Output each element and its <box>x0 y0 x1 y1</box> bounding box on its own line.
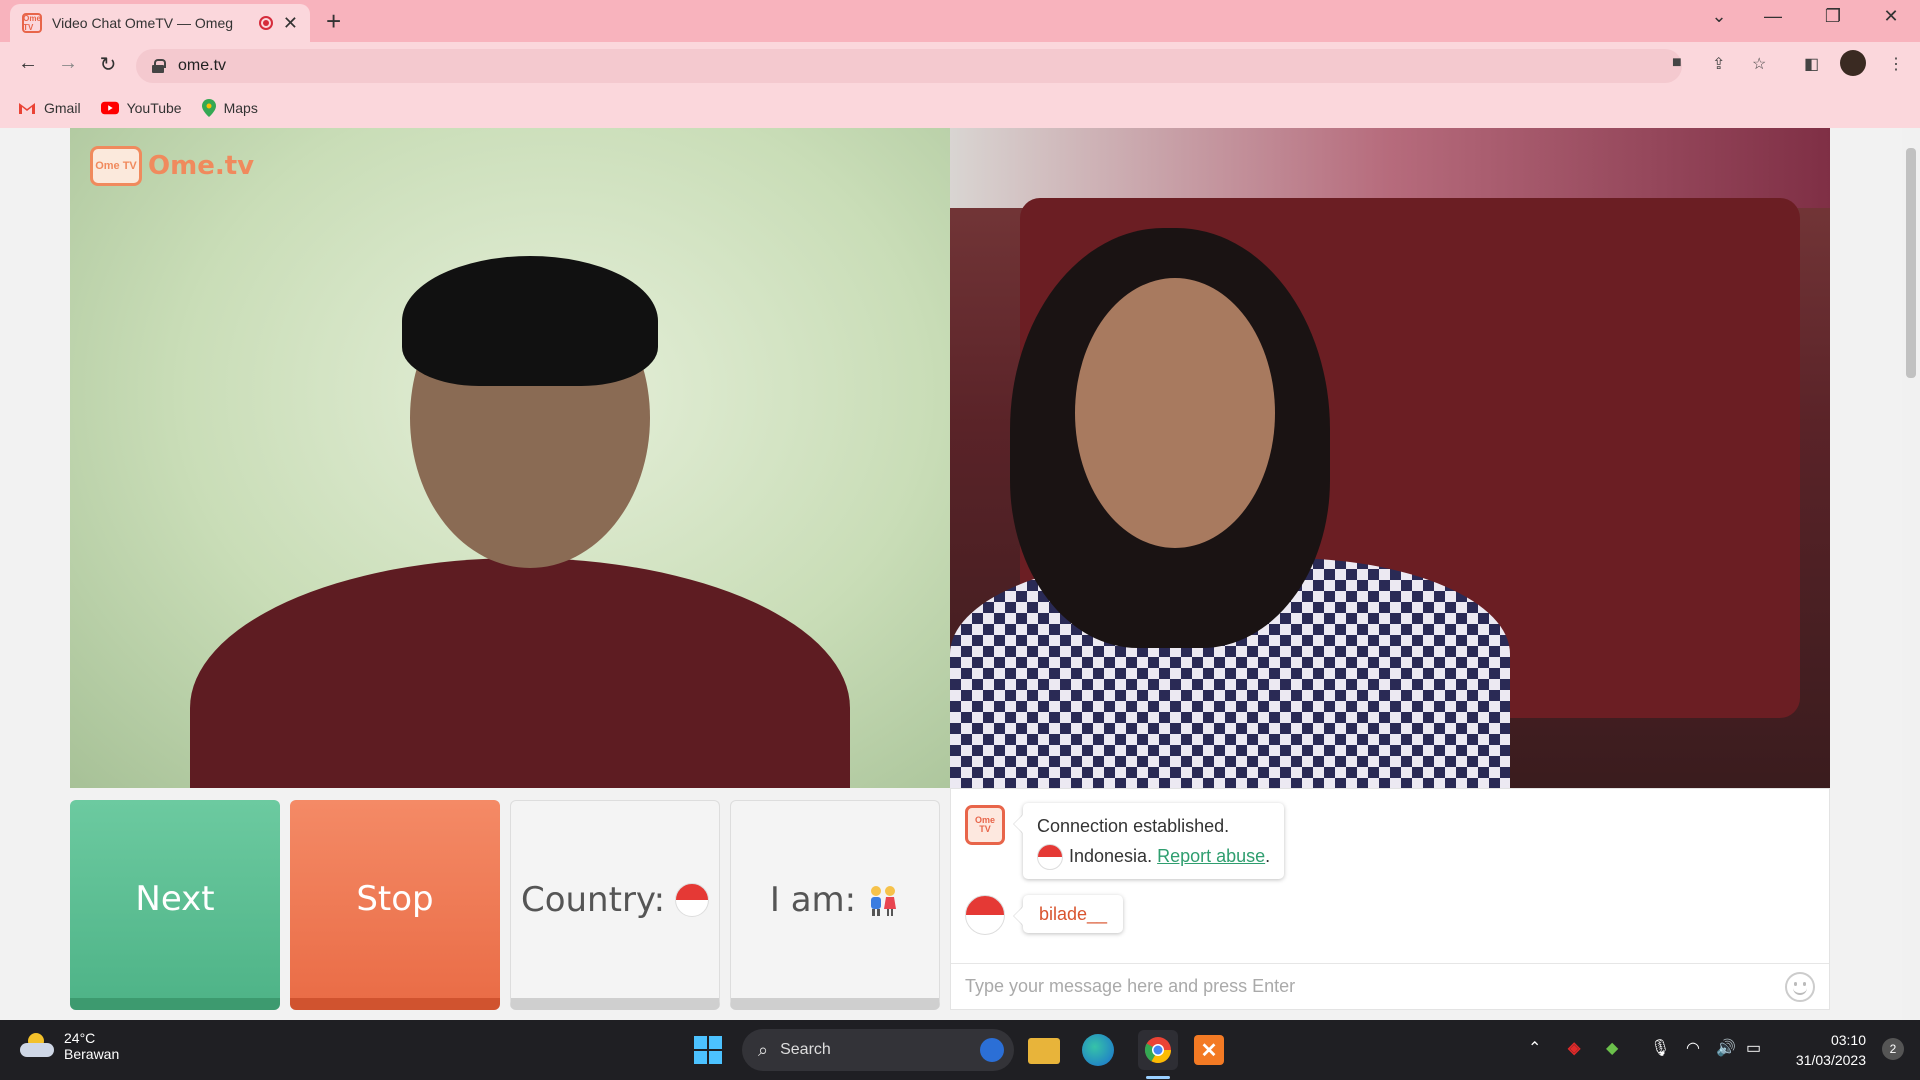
search-label: Search <box>780 1041 831 1058</box>
microphone-icon[interactable]: 🎙 <box>1650 1038 1670 1058</box>
tab-title: Video Chat OmeTV — Omeg <box>52 15 234 31</box>
stop-button[interactable]: Stop <box>290 800 500 1010</box>
tab-search-chevron-icon[interactable]: ⌄ <box>1704 6 1734 27</box>
clock-time: 03:10 <box>1830 1032 1866 1048</box>
recording-icon <box>258 16 273 30</box>
country-line: Indonesia. Report abuse. <box>1037 841 1270 871</box>
file-explorer-icon[interactable] <box>1028 1038 1060 1064</box>
weather-description: Berawan <box>64 1046 120 1062</box>
partner-nick-bubble: bilade__ <box>1023 895 1124 933</box>
minimize-button[interactable]: — <box>1758 6 1788 27</box>
nvidia-tray-icon[interactable]: ◆ <box>1606 1038 1618 1058</box>
bookmark-maps[interactable]: Maps <box>201 99 258 117</box>
notification-badge[interactable]: 2 <box>1882 1038 1904 1060</box>
wifi-icon[interactable]: ◠ <box>1686 1038 1700 1058</box>
bookmarks-bar: Gmail YouTube Maps <box>0 88 1920 128</box>
battery-icon[interactable]: ▭ <box>1746 1038 1761 1058</box>
mcafee-icon[interactable]: ◈ <box>1568 1038 1580 1058</box>
stop-button-label: Stop <box>356 879 434 919</box>
url-text: ome.tv <box>178 57 227 74</box>
logo-text: Ome.tv <box>148 151 255 181</box>
lock-icon[interactable] <box>152 59 166 73</box>
local-person-hair <box>402 256 658 386</box>
iam-label: I am: <box>769 879 857 920</box>
system-clock[interactable]: 03:10 31/03/2023 <box>1796 1030 1866 1070</box>
chat-panel: Ome TV Connection established. Indonesia.… <box>950 788 1830 1010</box>
browser-toolbar: ← → ↻ ome.tv ■ ⇪ ☆ ◧ ⋮ <box>0 42 1920 88</box>
temperature: 24°C <box>64 1030 96 1046</box>
ometv-favicon-icon: Ome TV <box>22 13 42 33</box>
clock-date: 31/03/2023 <box>1795 1052 1866 1068</box>
volume-icon[interactable]: 🔊 <box>1716 1038 1736 1058</box>
bing-icon <box>980 1038 1004 1062</box>
country-selector-button[interactable]: Country: <box>510 800 720 1010</box>
search-icon: ⌕ <box>758 1039 769 1060</box>
bookmark-label: YouTube <box>126 100 182 116</box>
menu-kebab-icon[interactable]: ⋮ <box>1888 54 1904 74</box>
tv-logo-icon: Ome TV <box>90 146 142 186</box>
next-button-label: Next <box>135 879 215 919</box>
weather-widget[interactable]: 24°C Berawan <box>20 1030 119 1062</box>
emoji-icon[interactable] <box>1785 971 1815 1002</box>
tab-ometv[interactable]: Ome TV Video Chat OmeTV — Omeg ✕ <box>10 4 310 42</box>
restore-button[interactable]: ❐ <box>1818 6 1848 27</box>
report-suffix: . <box>1265 846 1271 866</box>
scrollbar-thumb[interactable] <box>1906 148 1916 378</box>
browser-chrome: Ome TV Video Chat OmeTV — Omeg ✕ + ⌄ — ❐… <box>0 0 1920 128</box>
system-message-bubble: Connection established. Indonesia. Repor… <box>1023 803 1285 879</box>
indonesia-flag-icon <box>1037 844 1063 871</box>
local-person-shirt <box>190 558 850 788</box>
xampp-icon[interactable]: ✕ <box>1194 1035 1224 1065</box>
maps-icon <box>201 99 216 117</box>
side-panel-icon[interactable]: ◧ <box>1804 54 1819 74</box>
share-icon[interactable]: ⇪ <box>1712 54 1725 74</box>
tray-overflow-chevron-icon[interactable]: ⌃ <box>1528 1038 1541 1058</box>
bookmark-star-icon[interactable]: ☆ <box>1752 54 1766 74</box>
partner-country: Indonesia. <box>1069 846 1153 866</box>
country-label: Country: <box>520 879 666 920</box>
windows-start-icon[interactable] <box>690 1032 726 1068</box>
youtube-icon <box>100 101 119 115</box>
gender-selector-button[interactable]: I am: <box>730 800 940 1010</box>
couple-icon <box>871 885 897 916</box>
chrome-active-indicator <box>1146 1076 1170 1079</box>
chat-message-input[interactable] <box>965 976 1785 997</box>
remote-curtain <box>950 128 1830 208</box>
profile-avatar[interactable] <box>1840 50 1866 76</box>
bookmark-gmail[interactable]: Gmail <box>18 100 81 116</box>
address-bar[interactable]: ome.tv <box>136 49 1682 83</box>
taskbar-search[interactable]: ⌕ Search <box>742 1029 1014 1071</box>
partner-nickname: bilade__ <box>1039 904 1108 924</box>
page-scrollbar[interactable] <box>1902 128 1920 1020</box>
edge-icon[interactable] <box>1082 1034 1114 1066</box>
new-tab-button[interactable]: + <box>326 6 341 37</box>
partner-flag-avatar-icon <box>965 895 1005 935</box>
system-message-text: Connection established. <box>1037 816 1230 836</box>
tab-close-icon[interactable]: ✕ <box>283 13 298 34</box>
bookmark-label: Gmail <box>44 100 81 116</box>
chrome-icon[interactable] <box>1138 1030 1178 1070</box>
gmail-icon <box>19 103 35 114</box>
bookmark-youtube[interactable]: YouTube <box>100 100 182 116</box>
windows-taskbar: 24°C Berawan ⌕ Search ✕ ⌃ ◈ ◆ 🎙 ◠ 🔊 ▭ 03… <box>0 1020 1920 1080</box>
remote-person-head <box>1075 278 1275 548</box>
back-button[interactable]: ← <box>14 52 42 75</box>
partly-cloudy-icon <box>20 1033 54 1059</box>
reload-button[interactable]: ↻ <box>94 52 122 77</box>
report-abuse-link[interactable]: Report abuse <box>1157 846 1265 866</box>
close-window-button[interactable]: ✕ <box>1876 6 1906 27</box>
chat-input-row <box>951 963 1829 1009</box>
bookmark-label: Maps <box>223 100 258 116</box>
ometv-logo[interactable]: Ome TV Ome.tv <box>90 146 254 186</box>
local-video <box>70 128 950 788</box>
indonesia-flag-icon <box>675 882 710 917</box>
remote-video <box>950 128 1830 788</box>
next-button[interactable]: Next <box>70 800 280 1010</box>
forward-button[interactable]: → <box>54 52 82 75</box>
tab-strip: Ome TV Video Chat OmeTV — Omeg ✕ + ⌄ — ❐… <box>0 0 1920 42</box>
ometv-system-avatar-icon: Ome TV <box>965 805 1005 845</box>
camera-in-use-icon[interactable]: ■ <box>1672 54 1682 72</box>
